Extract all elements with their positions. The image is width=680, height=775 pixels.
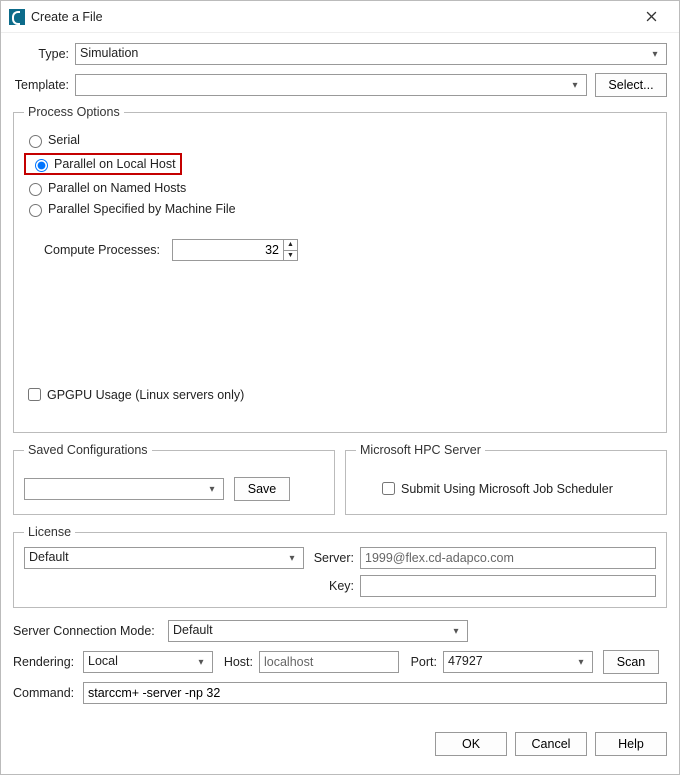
spinner-up-icon[interactable]: ▲ [284, 240, 297, 250]
radio-parallel-local[interactable] [35, 159, 48, 172]
command-row: Command: [13, 682, 667, 704]
cancel-button[interactable]: Cancel [515, 732, 587, 756]
hpc-group: Microsoft HPC Server Submit Using Micros… [345, 443, 667, 515]
spinner-arrows: ▲ ▼ [283, 240, 297, 260]
gpgpu-checkbox[interactable] [28, 388, 41, 401]
highlight-parallel-local: Parallel on Local Host [24, 153, 182, 175]
dialog-content: Type: Simulation ▾ Template: ▾ Select...… [1, 33, 679, 722]
rendering-label: Rendering: [13, 655, 83, 669]
window-title: Create a File [31, 10, 631, 24]
save-button[interactable]: Save [234, 477, 290, 501]
rendering-row: Rendering: Local ▾ Host: Port: 47927 ▾ S… [13, 650, 667, 674]
compute-processes-input[interactable] [173, 240, 283, 260]
type-row: Type: Simulation ▾ [13, 43, 667, 65]
gpgpu-label: GPGPU Usage (Linux servers only) [47, 388, 244, 402]
hpc-checkbox[interactable] [382, 482, 395, 495]
scan-button[interactable]: Scan [603, 650, 659, 674]
hpc-label: Submit Using Microsoft Job Scheduler [401, 482, 613, 496]
chevron-down-icon: ▾ [281, 548, 303, 568]
conn-mode-select[interactable]: Default ▾ [168, 620, 468, 642]
port-select[interactable]: 47927 ▾ [443, 651, 593, 673]
chevron-down-icon: ▾ [570, 652, 592, 672]
hpc-check-row: Submit Using Microsoft Job Scheduler [378, 479, 656, 498]
radio-serial-label: Serial [48, 133, 80, 147]
license-legend: License [24, 525, 75, 539]
hpc-legend: Microsoft HPC Server [356, 443, 485, 457]
license-select[interactable]: Default ▾ [24, 547, 304, 569]
compute-processes-spinner[interactable]: ▲ ▼ [172, 239, 298, 261]
saved-config-legend: Saved Configurations [24, 443, 152, 457]
type-value: Simulation [76, 44, 644, 64]
template-value [76, 75, 564, 95]
saved-config-group: Saved Configurations ▾ Save [13, 443, 335, 515]
type-label: Type: [13, 47, 75, 61]
saved-config-row: ▾ Save [24, 477, 324, 501]
license-server-label: Server: [310, 551, 360, 565]
license-key-label: Key: [310, 579, 360, 593]
saved-config-select[interactable]: ▾ [24, 478, 224, 500]
radio-serial[interactable] [29, 135, 42, 148]
command-label: Command: [13, 686, 83, 700]
saved-hpc-row: Saved Configurations ▾ Save Microsoft HP… [13, 443, 667, 515]
radio-parallel-named-label: Parallel on Named Hosts [48, 181, 186, 195]
radio-parallel-file-row: Parallel Specified by Machine File [24, 201, 656, 217]
radio-parallel-file-label: Parallel Specified by Machine File [48, 202, 236, 216]
window-close-button[interactable] [631, 3, 671, 31]
app-icon [9, 9, 25, 25]
license-key-input [360, 575, 656, 597]
radio-serial-row: Serial [24, 132, 656, 148]
process-options-group: Process Options Serial Parallel on Local… [13, 105, 667, 433]
chevron-down-icon: ▾ [564, 75, 586, 95]
dialog-buttons: OK Cancel Help [1, 722, 679, 756]
spinner-down-icon[interactable]: ▼ [284, 250, 297, 261]
port-label: Port: [405, 655, 443, 669]
radio-parallel-local-label: Parallel on Local Host [54, 157, 176, 171]
radio-parallel-named-row: Parallel on Named Hosts [24, 180, 656, 196]
conn-mode-row: Server Connection Mode: Default ▾ [13, 620, 667, 642]
rendering-select[interactable]: Local ▾ [83, 651, 213, 673]
license-group: License Default ▾ Server: Key: [13, 525, 667, 608]
port-value: 47927 [444, 652, 570, 672]
conn-mode-label: Server Connection Mode: [13, 624, 168, 638]
radio-parallel-named[interactable] [29, 183, 42, 196]
close-icon [646, 11, 657, 22]
ok-button[interactable]: OK [435, 732, 507, 756]
radio-parallel-file[interactable] [29, 204, 42, 217]
process-options-legend: Process Options [24, 105, 124, 119]
type-select[interactable]: Simulation ▾ [75, 43, 667, 65]
license-server-input [360, 547, 656, 569]
license-row1: Default ▾ Server: [24, 547, 656, 569]
chevron-down-icon: ▾ [644, 44, 666, 64]
conn-mode-value: Default [169, 621, 445, 641]
dialog-create-file: Create a File Type: Simulation ▾ Templat… [0, 0, 680, 775]
host-input [259, 651, 399, 673]
chevron-down-icon: ▾ [190, 652, 212, 672]
template-row: Template: ▾ Select... [13, 73, 667, 97]
command-input[interactable] [83, 682, 667, 704]
help-button[interactable]: Help [595, 732, 667, 756]
template-select[interactable]: ▾ [75, 74, 587, 96]
gpgpu-row: GPGPU Usage (Linux servers only) [24, 385, 244, 404]
compute-processes-row: Compute Processes: ▲ ▼ [36, 239, 656, 261]
template-label: Template: [13, 78, 75, 92]
chevron-down-icon: ▾ [445, 621, 467, 641]
chevron-down-icon: ▾ [201, 479, 223, 499]
rendering-value: Local [84, 652, 190, 672]
titlebar: Create a File [1, 1, 679, 33]
template-select-button[interactable]: Select... [595, 73, 667, 97]
license-row2: Key: [24, 575, 656, 597]
host-label: Host: [219, 655, 259, 669]
saved-config-value [25, 479, 201, 499]
license-value: Default [25, 548, 281, 568]
radio-parallel-local-row: Parallel on Local Host [24, 153, 656, 175]
compute-processes-label: Compute Processes: [36, 243, 166, 257]
